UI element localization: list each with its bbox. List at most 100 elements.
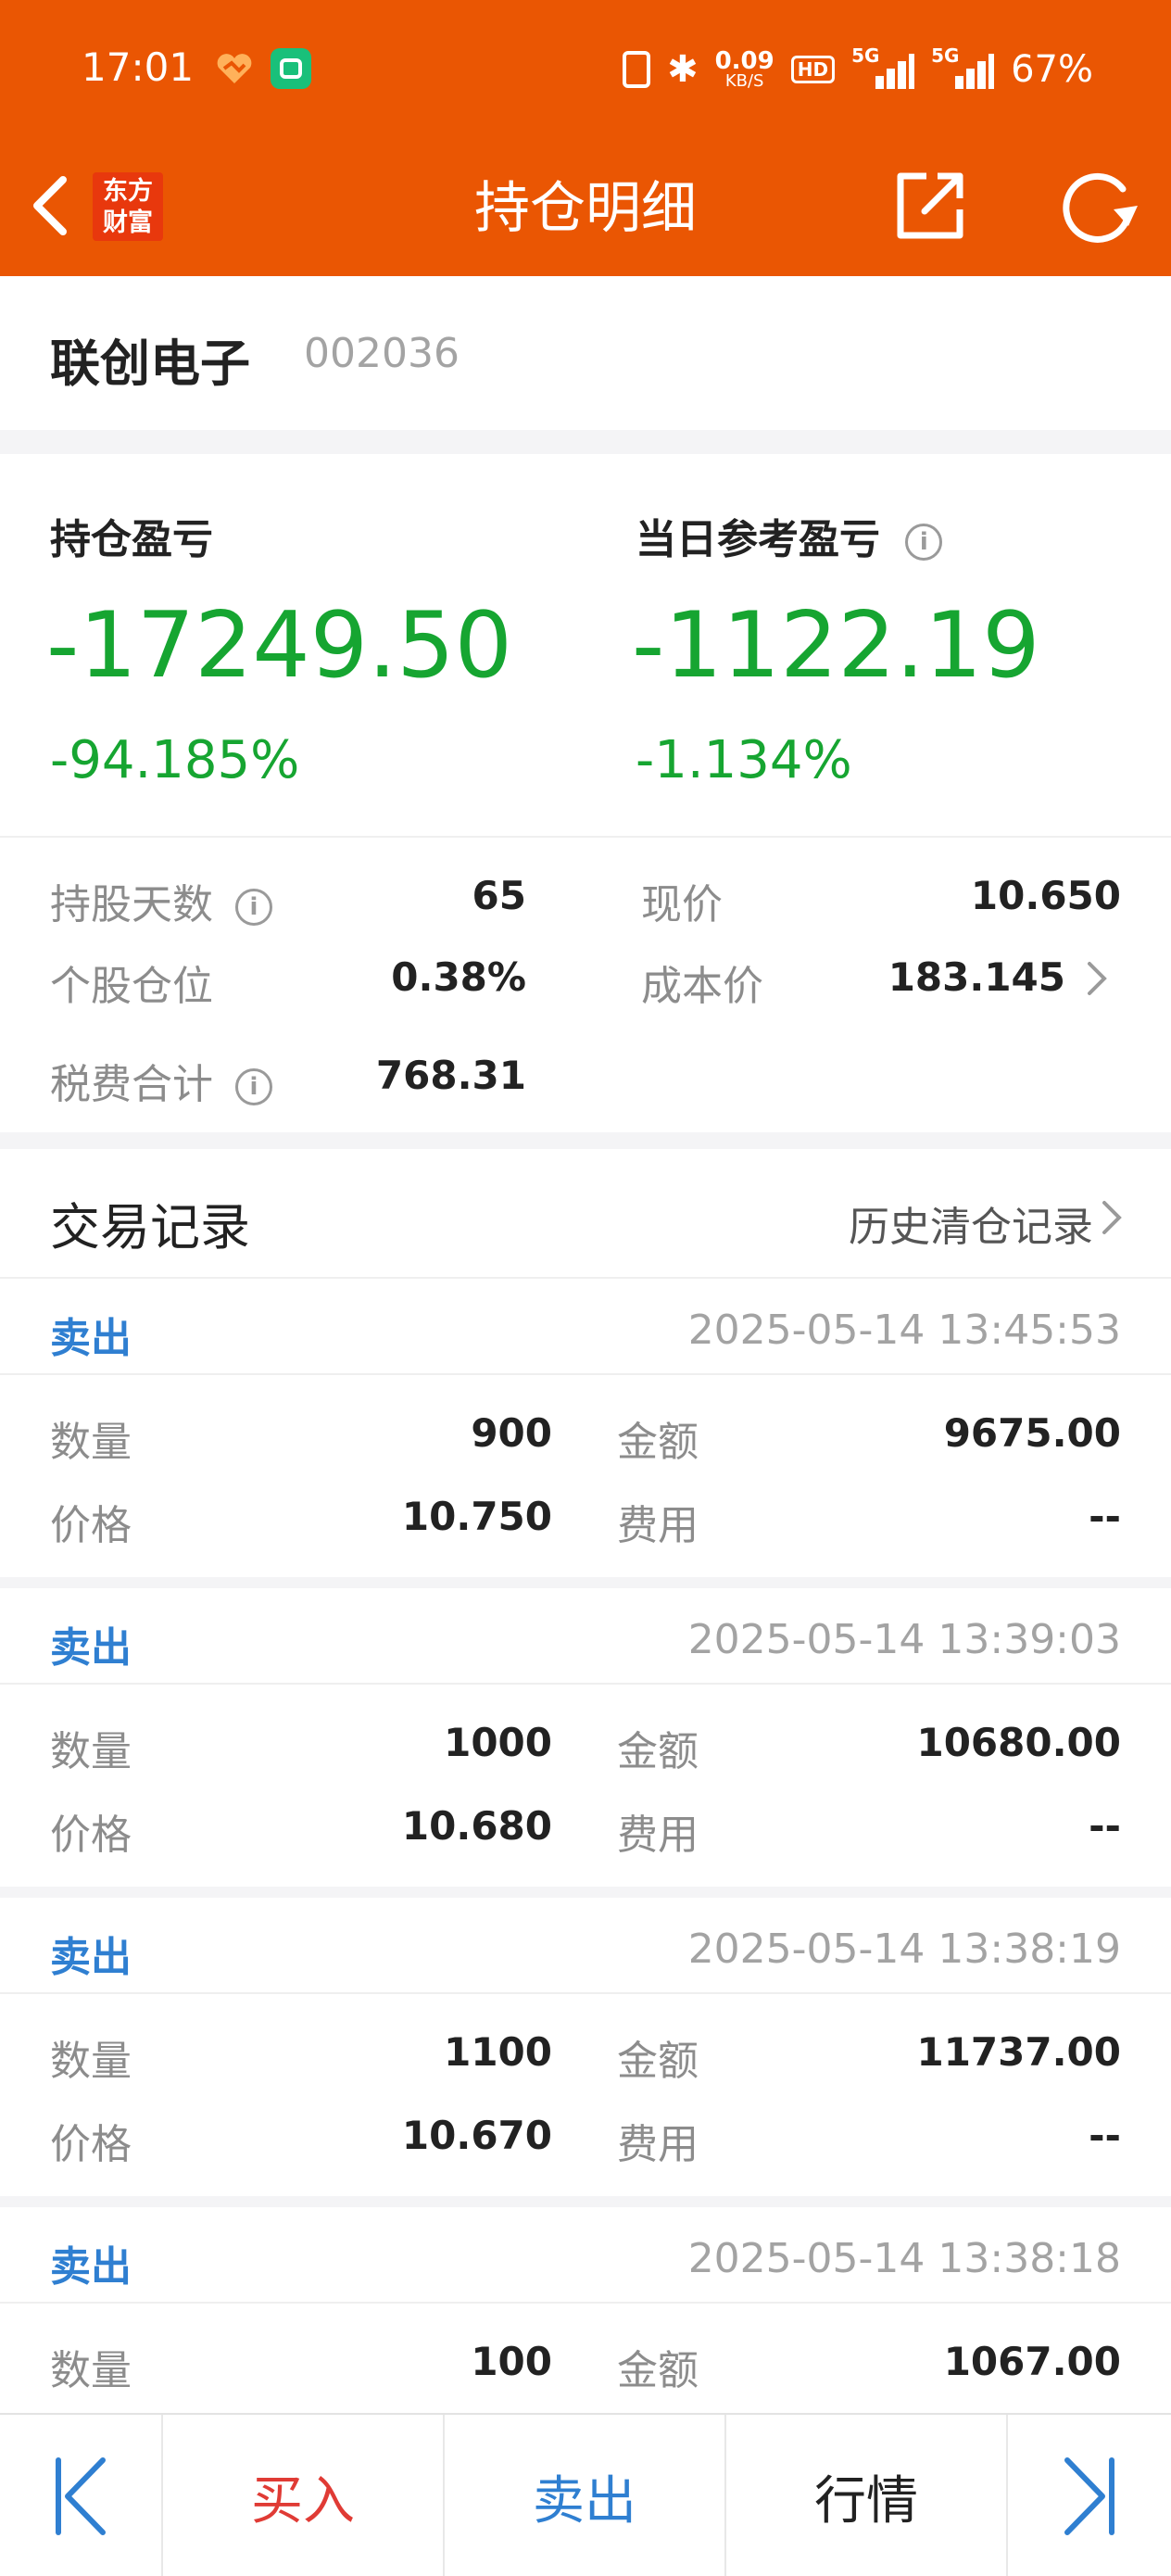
trade-time: 2025-05-14 13:38:19	[687, 1926, 1121, 1973]
trade-time: 2025-05-14 13:45:53	[687, 1307, 1121, 1354]
info-icon[interactable]: i	[235, 889, 272, 926]
trade-time: 2025-05-14 13:38:18	[687, 2235, 1121, 2282]
fee-label: 费用	[617, 2121, 699, 2168]
sell-button[interactable]: 卖出	[445, 2415, 726, 2576]
holding-pl-pct: -94.185%	[50, 730, 300, 790]
fee-label: 费用	[617, 1812, 699, 1859]
amount-label: 金额	[617, 2038, 699, 2085]
holding-days-value: 65	[472, 873, 526, 918]
divider	[0, 2196, 1171, 2207]
divider	[0, 1577, 1171, 1588]
daily-pl-label: 当日参考盈亏	[636, 516, 880, 563]
vibrate-icon	[623, 51, 651, 88]
app-badge-icon	[271, 48, 311, 89]
first-page-icon	[56, 2457, 106, 2535]
qty-label: 数量	[50, 2038, 132, 2085]
stock-code: 002036	[304, 330, 460, 377]
quote-label: 行情	[814, 2470, 918, 2532]
fees-value: 768.31	[375, 1053, 526, 1098]
price-value: 10.670	[401, 2113, 552, 2158]
cost-price-value[interactable]: 183.145	[888, 954, 1065, 1000]
qty-label: 数量	[50, 1728, 132, 1775]
refresh-icon[interactable]	[1056, 167, 1140, 250]
holding-days-label-row: 持股天数 i	[50, 871, 272, 930]
info-icon[interactable]: i	[905, 524, 943, 561]
qty-label: 数量	[50, 1419, 132, 1466]
divider	[0, 836, 1171, 838]
page: 17:01 ✱ 0.09 KB/S HD 5G 5G 67% 东方 财富 持仓明…	[0, 0, 1171, 2576]
amount-value: 1067.00	[943, 2339, 1121, 2384]
app-header: 17:01 ✱ 0.09 KB/S HD 5G 5G 67% 东方 财富 持仓明…	[0, 0, 1171, 276]
status-bar: 17:01 ✱ 0.09 KB/S HD 5G 5G 67%	[0, 0, 1171, 139]
buy-button[interactable]: 买入	[163, 2415, 445, 2576]
trade-type: 卖出	[50, 1315, 132, 1362]
share-icon[interactable]	[891, 167, 969, 245]
app-notification-icon	[217, 54, 252, 83]
history-clear-link[interactable]: 历史清仓记录	[849, 1193, 1093, 1253]
trade-record[interactable]: 卖出 2025-05-14 13:38:19 数量 1100 金额 11737.…	[0, 1898, 1171, 2207]
amount-label: 金额	[617, 1728, 699, 1775]
nav-bar: 东方 财富 持仓明细	[0, 139, 1171, 276]
qty-value: 1000	[444, 1720, 552, 1765]
divider	[0, 1887, 1171, 1898]
trade-type: 卖出	[50, 2243, 132, 2291]
current-price-label: 现价	[641, 881, 723, 928]
qty-value: 1100	[444, 2029, 552, 2075]
amount-value: 9675.00	[943, 1410, 1121, 1456]
price-value: 10.680	[401, 1803, 552, 1849]
quote-button[interactable]: 行情	[726, 2415, 1008, 2576]
amount-value: 10680.00	[916, 1720, 1121, 1765]
trade-record[interactable]: 卖出 2025-05-14 13:39:03 数量 1000 金额 10680.…	[0, 1588, 1171, 1898]
last-page-icon	[1064, 2457, 1114, 2535]
position-ratio-label: 个股仓位	[50, 963, 213, 1010]
page-title: 持仓明细	[474, 176, 697, 241]
signal-icon-2: 5G	[931, 44, 995, 89]
battery-level: 67%	[1011, 48, 1093, 91]
stock-name: 联创电子	[50, 335, 250, 393]
trade-type: 卖出	[50, 1934, 132, 1981]
price-value: 10.750	[401, 1494, 552, 1539]
holding-pl-label: 持仓盈亏	[50, 516, 213, 563]
trade-time: 2025-05-14 13:39:03	[687, 1616, 1121, 1663]
bottom-toolbar: 买入 卖出 行情	[0, 2413, 1171, 2576]
position-summary: 持仓盈亏 -17249.50 -94.185% 当日参考盈亏 i -1122.1…	[0, 454, 1171, 1132]
trade-records: 交易记录 历史清仓记录 卖出 2025-05-14 13:45:53 数量 90…	[0, 1149, 1171, 2517]
sell-label: 卖出	[533, 2470, 636, 2532]
cost-price-label[interactable]: 成本价	[641, 953, 763, 1012]
qty-value: 100	[471, 2339, 552, 2384]
position-ratio-value: 0.38%	[391, 954, 526, 1000]
buy-label: 买入	[251, 2470, 355, 2532]
holding-days-label: 持股天数	[50, 881, 213, 928]
fee-value: --	[1089, 1803, 1121, 1849]
daily-pl-label-row: 当日参考盈亏 i	[636, 506, 943, 565]
holding-pl-value: -17249.50	[46, 593, 512, 699]
price-label: 价格	[50, 1502, 132, 1549]
trade-records-title: 交易记录	[50, 1198, 250, 1256]
fee-value: --	[1089, 2113, 1121, 2158]
amount-value: 11737.00	[916, 2029, 1121, 2075]
fees-label-row: 税费合计 i	[50, 1051, 272, 1110]
qty-value: 900	[471, 1410, 552, 1456]
fee-value: --	[1089, 1494, 1121, 1539]
status-icons: ✱ 0.09 KB/S HD 5G 5G 67%	[623, 44, 1093, 95]
amount-label: 金额	[617, 1419, 699, 1466]
first-page-button[interactable]	[0, 2415, 163, 2576]
qty-label: 数量	[50, 2347, 132, 2394]
trade-record-header: 卖出 2025-05-14 13:45:53	[0, 1279, 1171, 1375]
trade-type: 卖出	[50, 1624, 132, 1672]
daily-pl-value: -1122.19	[632, 593, 1040, 699]
stock-header: 联创电子 002036	[0, 276, 1171, 430]
trade-record-header: 卖出 2025-05-14 13:38:18	[0, 2207, 1171, 2304]
info-icon[interactable]: i	[235, 1068, 272, 1105]
chevron-right-icon[interactable]	[1084, 960, 1110, 997]
chevron-right-icon[interactable]	[1099, 1199, 1125, 1236]
trade-records-header: 交易记录 历史清仓记录	[0, 1149, 1171, 1279]
bluetooth-icon: ✱	[667, 48, 699, 91]
current-price-value: 10.650	[970, 873, 1121, 918]
trade-record-header: 卖出 2025-05-14 13:39:03	[0, 1588, 1171, 1685]
price-label: 价格	[50, 1812, 132, 1859]
last-page-button[interactable]	[1008, 2415, 1171, 2576]
hd-icon: HD	[790, 56, 836, 83]
trade-record[interactable]: 卖出 2025-05-14 13:45:53 数量 900 金额 9675.00…	[0, 1279, 1171, 1588]
fee-label: 费用	[617, 1502, 699, 1549]
